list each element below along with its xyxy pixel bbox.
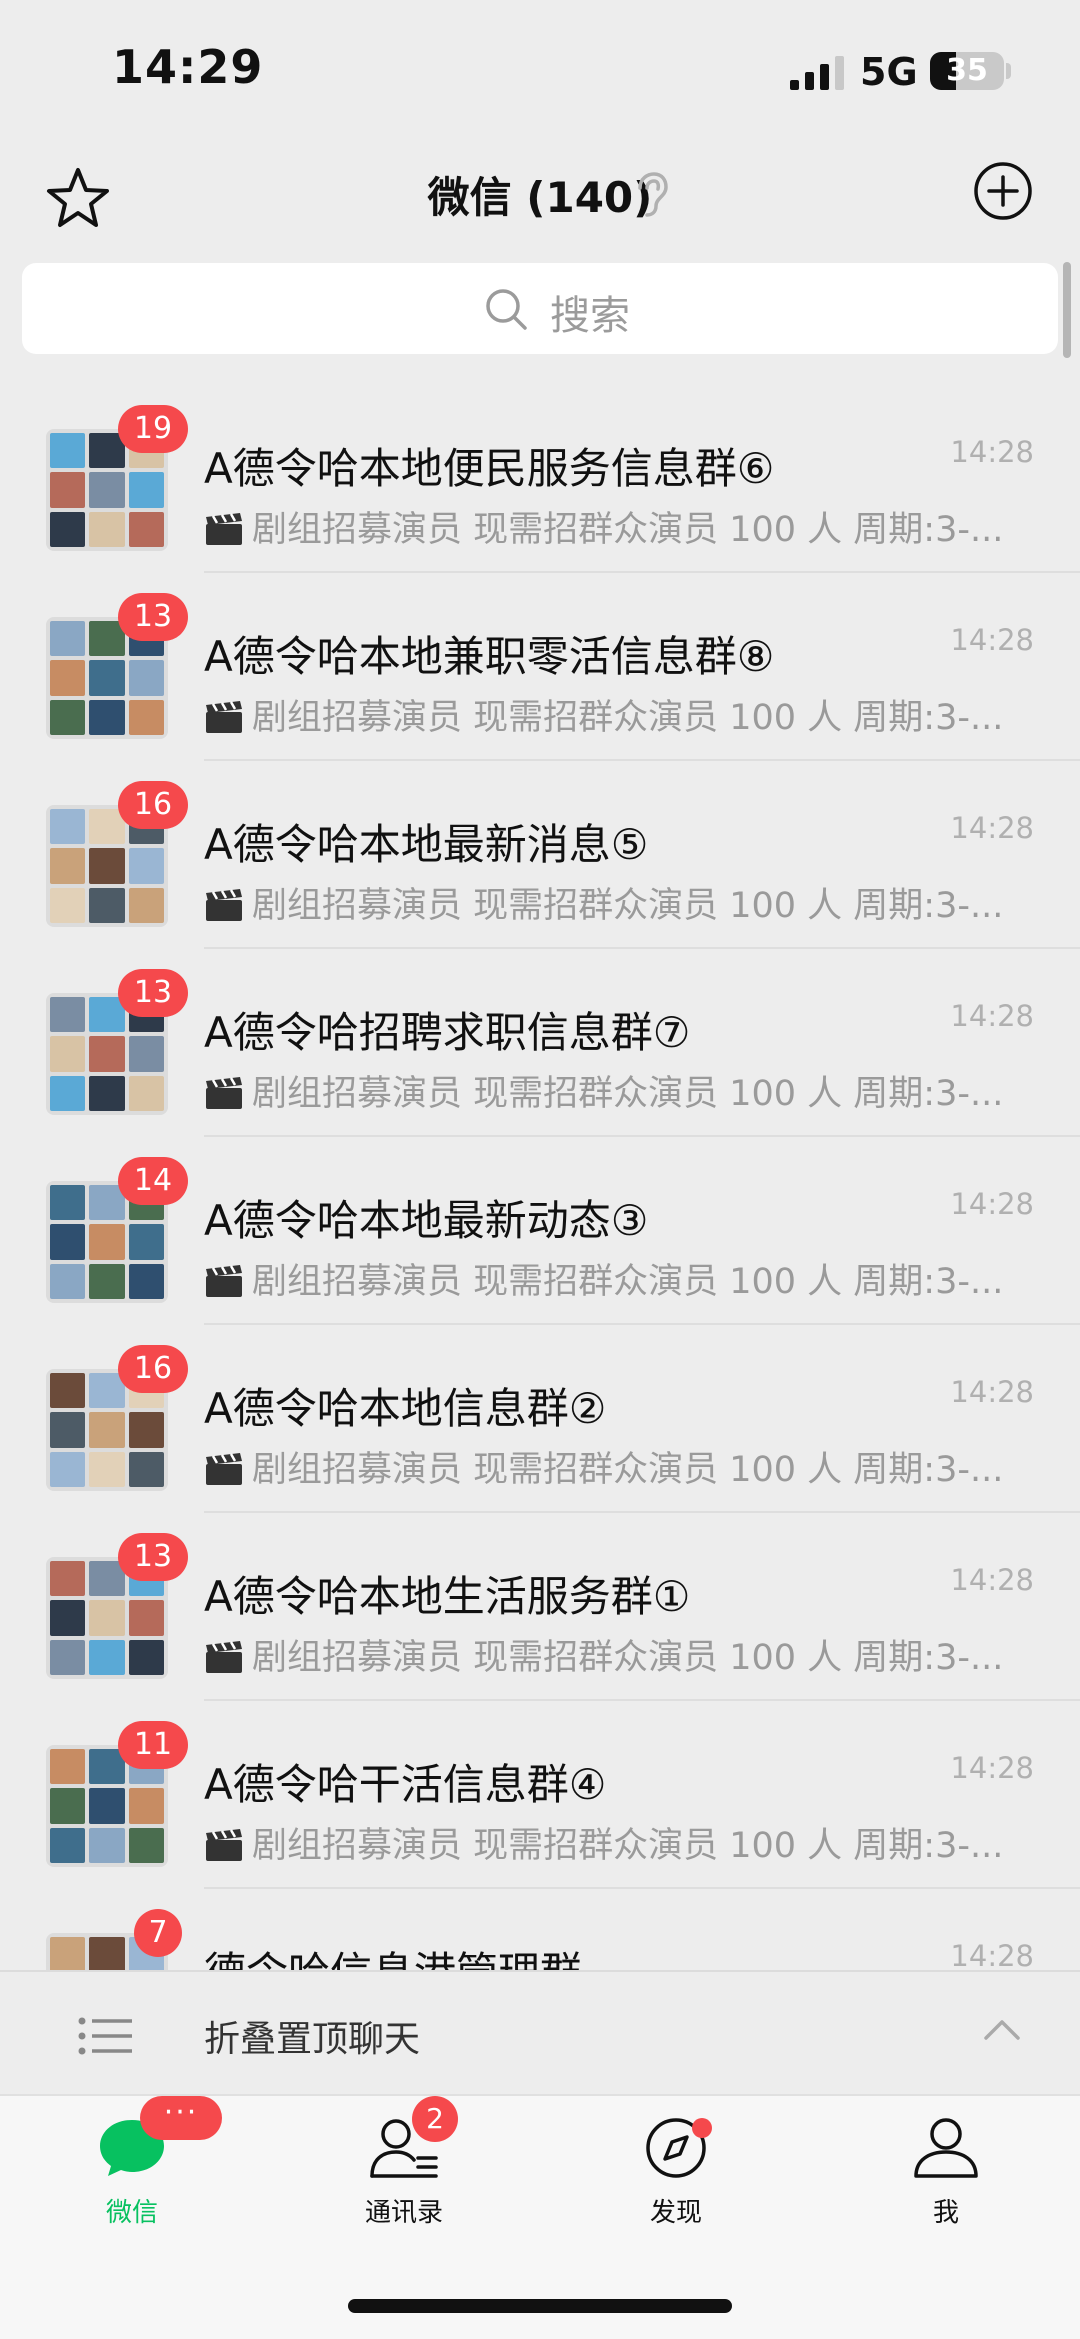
tab-discover[interactable]: 发现	[586, 2116, 766, 2266]
clapperboard-icon	[206, 701, 242, 733]
chat-preview: 剧组招募演员 现需招群众演员 100 人 周期:3-...	[204, 689, 1024, 740]
chat-time: 14:28	[950, 1751, 1034, 1785]
battery-level: 35	[946, 53, 988, 88]
chat-preview: 剧组招募演员 现需招群众演员 100 人 周期:3-...	[204, 1817, 1024, 1868]
tab-label: 微信	[105, 2198, 158, 2228]
chat-title: A德令哈本地便民服务信息群⑥	[204, 444, 775, 493]
chat-title: A德令哈干活信息群④	[204, 1760, 607, 1809]
chat-title: A德令哈本地兼职零活信息群⑧	[204, 632, 775, 681]
search-bar[interactable]: 搜索	[22, 263, 1058, 354]
home-indicator[interactable]	[348, 2299, 732, 2313]
clapperboard-icon	[206, 1453, 242, 1485]
chat-preview-text: 剧组招募演员 现需招群众演员 100 人 周期:3-...	[252, 1262, 1004, 1302]
chat-time: 14:28	[950, 623, 1034, 657]
unread-badge: 13	[118, 969, 188, 1017]
chat-row[interactable]: 16 A德令哈本地最新消息⑤ 14:28 剧组招募演员 现需招群众演员 100 人 周…	[0, 761, 1080, 949]
chat-preview: 剧组招募演员 现需招群众演员 100 人 周期:3-...	[204, 1441, 1024, 1492]
chat-time: 14:28	[950, 1187, 1034, 1221]
chat-time: 14:28	[950, 1939, 1034, 1970]
ear-icon	[638, 172, 668, 217]
clapperboard-icon	[206, 513, 242, 545]
chat-row[interactable]: 14 A德令哈本地最新动态③ 14:28 剧组招募演员 现需招群众演员 100 人 周…	[0, 1137, 1080, 1325]
tab-label: 我	[932, 2198, 959, 2228]
chat-preview-text: 剧组招募演员 现需招群众演员 100 人 周期:3-...	[252, 886, 1004, 926]
chat-time: 14:28	[950, 999, 1034, 1033]
chat-row[interactable]: 19 A德令哈本地便民服务信息群⑥ 14:28 剧组招募演员 现需招群众演员 100 …	[0, 385, 1080, 573]
status-bar: 14:29 5G 35	[0, 0, 1080, 140]
unread-badge: 19	[118, 405, 188, 453]
tab-label: 通讯录	[364, 2198, 443, 2228]
unread-badge: 16	[118, 781, 188, 829]
chat-row[interactable]: 7 德令哈信息港管理群 14:28	[0, 1889, 1080, 1970]
clapperboard-icon	[206, 889, 242, 921]
chat-preview-text: 剧组招募演员 现需招群众演员 100 人 周期:3-...	[252, 1074, 1004, 1114]
chat-time: 14:28	[950, 811, 1034, 845]
chat-title: A德令哈本地最新消息⑤	[204, 820, 649, 869]
chat-preview: 剧组招募演员 现需招群众演员 100 人 周期:3-...	[204, 1253, 1024, 1304]
clapperboard-icon	[206, 1641, 242, 1673]
chat-title: 德令哈信息港管理群	[204, 1939, 582, 1970]
signal-strength-icon	[790, 56, 844, 90]
battery-tip	[1006, 63, 1011, 79]
add-icon[interactable]	[972, 160, 1034, 222]
fold-pinned-label: 折叠置顶聊天	[204, 2019, 421, 2060]
page-title: 微信 (140)	[427, 173, 653, 222]
discover-dot-badge	[692, 2118, 712, 2138]
battery-icon: 35	[930, 52, 1004, 90]
list-icon	[78, 2017, 132, 2055]
network-type: 5G	[860, 50, 918, 94]
chat-list: 19 A德令哈本地便民服务信息群⑥ 14:28 剧组招募演员 现需招群众演员 100 …	[0, 385, 1080, 1970]
person-icon	[914, 2118, 978, 2178]
tab-label: 发现	[649, 2198, 702, 2228]
chat-preview: 剧组招募演员 现需招群众演员 100 人 周期:3-...	[204, 877, 1024, 928]
clapperboard-icon	[206, 1077, 242, 1109]
clapperboard-icon	[206, 1829, 242, 1861]
chat-preview-text: 剧组招募演员 现需招群众演员 100 人 周期:3-...	[252, 1450, 1004, 1490]
chat-row[interactable]: 13 A德令哈招聘求职信息群⑦ 14:28 剧组招募演员 现需招群众演员 100 人 …	[0, 949, 1080, 1137]
unread-badge: 13	[118, 1533, 188, 1581]
chat-title: A德令哈本地最新动态③	[204, 1196, 649, 1245]
chat-title: A德令哈本地信息群②	[204, 1384, 607, 1433]
chat-preview-text: 剧组招募演员 现需招群众演员 100 人 周期:3-...	[252, 1638, 1004, 1678]
chevron-up-icon[interactable]	[982, 2014, 1022, 2044]
chat-row[interactable]: 13 A德令哈本地生活服务群① 14:28 剧组招募演员 现需招群众演员 100 人 …	[0, 1513, 1080, 1701]
nav-header: 微信 (140)	[0, 140, 1080, 250]
tab-me[interactable]: 我	[856, 2116, 1036, 2266]
search-icon	[486, 289, 527, 330]
status-time: 14:29	[112, 40, 264, 94]
fold-pinned-bar[interactable]: 折叠置顶聊天	[0, 1970, 1080, 2096]
chat-time: 14:28	[950, 1375, 1034, 1409]
chat-row[interactable]: 11 A德令哈干活信息群④ 14:28 剧组招募演员 现需招群众演员 100 人 周期…	[0, 1701, 1080, 1889]
chat-preview-text: 剧组招募演员 现需招群众演员 100 人 周期:3-...	[252, 698, 1004, 738]
chat-preview: 剧组招募演员 现需招群众演员 100 人 周期:3-...	[204, 1065, 1024, 1116]
chat-row[interactable]: 16 A德令哈本地信息群② 14:28 剧组招募演员 现需招群众演员 100 人 周期…	[0, 1325, 1080, 1513]
unread-badge: 16	[118, 1345, 188, 1393]
unread-badge: 14	[118, 1157, 188, 1205]
unread-badge: 11	[118, 1721, 188, 1769]
chat-preview: 剧组招募演员 现需招群众演员 100 人 周期:3-...	[204, 501, 1024, 552]
clapperboard-icon	[206, 1265, 242, 1297]
chat-row[interactable]: 13 A德令哈本地兼职零活信息群⑧ 14:28 剧组招募演员 现需招群众演员 100 …	[0, 573, 1080, 761]
search-placeholder: 搜索	[550, 293, 630, 339]
unread-badge: 7	[134, 1909, 182, 1957]
unread-badge: 13	[118, 593, 188, 641]
chat-time: 14:28	[950, 1563, 1034, 1597]
tab-contacts[interactable]: 通讯录	[314, 2116, 494, 2266]
chat-title: A德令哈本地生活服务群①	[204, 1572, 691, 1621]
chat-title: A德令哈招聘求职信息群⑦	[204, 1008, 691, 1057]
unread-more-badge: ···	[140, 2096, 222, 2140]
chat-preview: 剧组招募演员 现需招群众演员 100 人 周期:3-...	[204, 1629, 1024, 1680]
scrollbar[interactable]	[1063, 262, 1071, 358]
contacts-badge: 2	[412, 2096, 458, 2142]
chat-time: 14:28	[950, 435, 1034, 469]
chat-preview-text: 剧组招募演员 现需招群众演员 100 人 周期:3-...	[252, 1826, 1004, 1866]
chat-preview-text: 剧组招募演员 现需招群众演员 100 人 周期:3-...	[252, 510, 1004, 550]
